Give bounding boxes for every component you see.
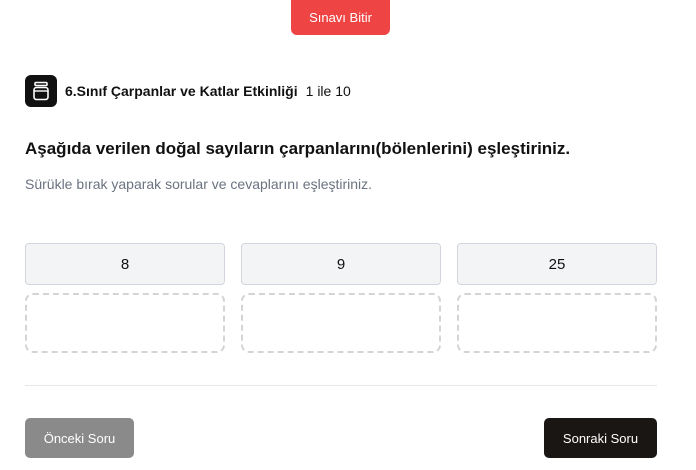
- finish-exam-button[interactable]: Sınavı Bitir: [291, 0, 390, 35]
- question-range: 1 ile 10: [305, 83, 351, 99]
- answer-card[interactable]: 8: [25, 243, 225, 285]
- question-prompt: Aşağıda verilen doğal sayıların çarpanla…: [25, 139, 571, 158]
- drop-zones: [25, 293, 657, 353]
- answer-card[interactable]: 9: [241, 243, 441, 285]
- divider: [25, 385, 657, 386]
- answer-card[interactable]: 25: [457, 243, 657, 285]
- activity-title: 6.Sınıf Çarpanlar ve Katlar Etkinliği: [65, 83, 298, 99]
- jar-icon: [25, 75, 57, 107]
- drop-zone[interactable]: [25, 293, 225, 353]
- drop-zone[interactable]: [241, 293, 441, 353]
- previous-question-button[interactable]: Önceki Soru: [25, 418, 134, 458]
- activity-header: 6.Sınıf Çarpanlar ve Katlar Etkinliği 1 …: [25, 75, 351, 107]
- answer-cards: 8 9 25: [25, 243, 657, 285]
- question-instruction: Sürükle bırak yaparak sorular ve cevapla…: [25, 176, 373, 192]
- drop-zone[interactable]: [457, 293, 657, 353]
- next-question-button[interactable]: Sonraki Soru: [544, 418, 657, 458]
